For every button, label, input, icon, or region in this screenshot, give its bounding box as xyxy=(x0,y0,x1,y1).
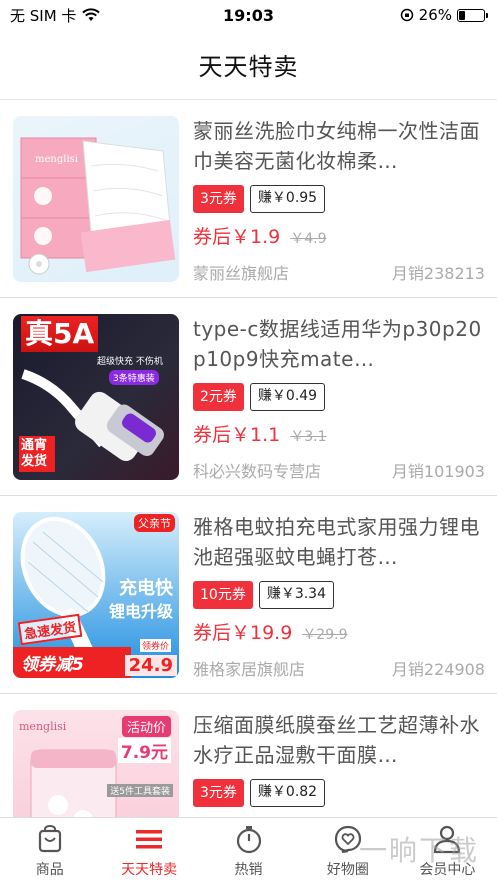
product-title[interactable]: 压缩面膜纸膜蚕丝工艺超薄补水水疗正品湿敷干面膜… xyxy=(193,710,485,770)
heart-chat-icon xyxy=(334,825,362,853)
product-image[interactable]: 真5A 超级快充 不伤机 3条特惠装 通宵发货 xyxy=(13,314,179,480)
thumb-note: 送5件工具套装 xyxy=(107,784,173,797)
coupon-price: 券后￥1.1 xyxy=(193,424,281,446)
tab-member-center[interactable]: 会员中心 xyxy=(398,818,497,883)
person-icon xyxy=(434,825,461,853)
product-item[interactable]: 真5A 超级快充 不伤机 3条特惠装 通宵发货 type-c数据线适用华为p30… xyxy=(0,298,497,496)
original-price: ￥3.1 xyxy=(290,429,327,445)
coupon-price: 券后￥1.9 xyxy=(193,226,281,248)
shop-name[interactable]: 雅格家居旗舰店 xyxy=(193,656,305,680)
battery-icon xyxy=(457,8,488,22)
thumb-subline: 超级快充 不伤机 xyxy=(97,357,163,367)
product-tags: 3元券 赚￥0.82 xyxy=(193,778,485,808)
thumb-tag: 父亲节 xyxy=(134,514,175,532)
earn-badge: 赚￥0.95 xyxy=(249,185,326,213)
status-bar: 无 SIM 卡 19:03 26% xyxy=(0,0,497,30)
product-item[interactable]: 父亲节 充电快 锂电升级 急速发货 领券减5 领券价 24.9 雅格电蚊拍充电式… xyxy=(0,496,497,694)
price-row: 券后￥19.9 ￥29.9 xyxy=(193,618,485,645)
product-meta: 科必兴数码专营店 月销101903 xyxy=(193,458,485,482)
tab-label: 会员中心 xyxy=(419,861,476,878)
product-image[interactable]: menglisi 活动价 7.9元 送5件工具套装 xyxy=(13,710,179,817)
original-price: ￥4.9 xyxy=(290,231,327,247)
page-title: 天天特卖 xyxy=(198,53,299,81)
thumb-brand-label: menglisi xyxy=(35,154,78,165)
monthly-sales: 月销238213 xyxy=(391,264,485,283)
price-row: 券后￥1.1 ￥3.1 xyxy=(193,420,485,447)
product-info: type-c数据线适用华为p30p20p10p9快充mate… 2元券 赚￥0.… xyxy=(193,314,485,495)
tab-label: 好物圈 xyxy=(326,861,369,878)
product-meta: 蒙丽丝旗舰店 月销238213 xyxy=(193,260,485,284)
product-info: 压缩面膜纸膜蚕丝工艺超薄补水水疗正品湿敷干面膜… 3元券 赚￥0.82 xyxy=(193,710,485,817)
battery-percent: 26% xyxy=(418,6,452,24)
product-item[interactable]: menglisi 蒙丽丝洗脸巾女纯棉一次性洁面巾美容无菌化妆棉柔… 3元券 赚￥… xyxy=(0,100,497,298)
status-right: 26% xyxy=(400,6,488,24)
tab-label: 商品 xyxy=(35,861,64,878)
product-image[interactable]: 父亲节 充电快 锂电升级 急速发货 领券减5 领券价 24.9 xyxy=(13,512,179,678)
monthly-sales: 月销224908 xyxy=(391,660,485,679)
earn-badge: 赚￥3.34 xyxy=(258,581,334,609)
tab-products[interactable]: 商品 xyxy=(0,818,99,883)
carrier-label: 无 SIM 卡 xyxy=(10,6,77,25)
thumb-price: 7.9元 xyxy=(117,738,171,763)
battery-level xyxy=(459,10,466,20)
product-item[interactable]: menglisi 活动价 7.9元 送5件工具套装 压缩面膜纸膜蚕丝工艺超薄补水… xyxy=(0,694,497,817)
tab-bar: 商品 天天特卖 热销 好物圈 会员中心 xyxy=(0,817,497,883)
product-list[interactable]: menglisi 蒙丽丝洗脸巾女纯棉一次性洁面巾美容无菌化妆棉柔… 3元券 赚￥… xyxy=(0,100,497,817)
coupon-badge[interactable]: 2元券 xyxy=(193,383,244,411)
coupon-badge[interactable]: 3元券 xyxy=(193,779,244,807)
price-row: 券后￥1.9 ￥4.9 xyxy=(193,222,485,249)
shop-name[interactable]: 科必兴数码专营店 xyxy=(193,458,321,482)
tab-hot-sale[interactable]: 热销 xyxy=(199,818,298,883)
menu-lines-icon xyxy=(136,829,163,848)
thumb-headline: 真5A xyxy=(21,316,99,352)
thumb-price: 24.9 xyxy=(124,655,177,676)
earn-badge: 赚￥0.49 xyxy=(249,383,326,411)
thumb-badge: 3条特惠装 xyxy=(109,370,159,385)
thumb-main-2: 锂电升级 xyxy=(108,602,173,621)
product-info: 雅格电蚊拍充电式家用强力锂电池超强驱蚊电蝇打苍… 10元券 赚￥3.34 券后￥… xyxy=(193,512,485,693)
tissue-box-image xyxy=(20,137,176,275)
thumb-price-label: 领券价 xyxy=(139,639,171,652)
bag-icon xyxy=(38,824,61,852)
thumb-main: 充电快 xyxy=(119,578,173,599)
thumb-tag: 活动价 xyxy=(121,716,171,737)
earn-badge: 赚￥0.82 xyxy=(249,779,326,807)
tab-daily-sale[interactable]: 天天特卖 xyxy=(99,818,198,883)
product-image[interactable]: menglisi xyxy=(13,116,179,282)
tab-good-circle[interactable]: 好物圈 xyxy=(298,818,397,883)
product-tags: 2元券 赚￥0.49 xyxy=(193,382,485,412)
tab-label: 热销 xyxy=(234,861,263,878)
product-info: 蒙丽丝洗脸巾女纯棉一次性洁面巾美容无菌化妆棉柔… 3元券 赚￥0.95 券后￥1… xyxy=(193,116,485,297)
coupon-badge[interactable]: 3元券 xyxy=(193,185,244,213)
thumb-banner: 领券减5 xyxy=(13,647,131,678)
coupon-badge[interactable]: 10元券 xyxy=(193,581,253,609)
wifi-icon xyxy=(82,8,101,21)
stopwatch-icon xyxy=(236,825,261,853)
product-title[interactable]: type-c数据线适用华为p30p20p10p9快充mate… xyxy=(193,314,485,374)
nav-bar: 天天特卖 xyxy=(0,30,497,100)
product-tags: 3元券 赚￥0.95 xyxy=(193,184,485,214)
product-title[interactable]: 雅格电蚊拍充电式家用强力锂电池超强驱蚊电蝇打苍… xyxy=(193,512,485,572)
thumb-brand-label: menglisi xyxy=(19,720,67,733)
product-title[interactable]: 蒙丽丝洗脸巾女纯棉一次性洁面巾美容无菌化妆棉柔… xyxy=(193,116,485,176)
monthly-sales: 月销101903 xyxy=(391,462,485,481)
status-left: 无 SIM 卡 xyxy=(10,5,101,26)
coupon-price: 券后￥19.9 xyxy=(193,622,293,644)
original-price: ￥29.9 xyxy=(302,627,348,643)
orientation-lock-icon xyxy=(400,8,413,22)
thumb-corner-tag: 通宵发货 xyxy=(19,436,55,472)
product-meta: 雅格家居旗舰店 月销224908 xyxy=(193,656,485,680)
tab-label: 天天特卖 xyxy=(121,861,178,878)
shop-name[interactable]: 蒙丽丝旗舰店 xyxy=(193,260,289,284)
product-tags: 10元券 赚￥3.34 xyxy=(193,580,485,610)
